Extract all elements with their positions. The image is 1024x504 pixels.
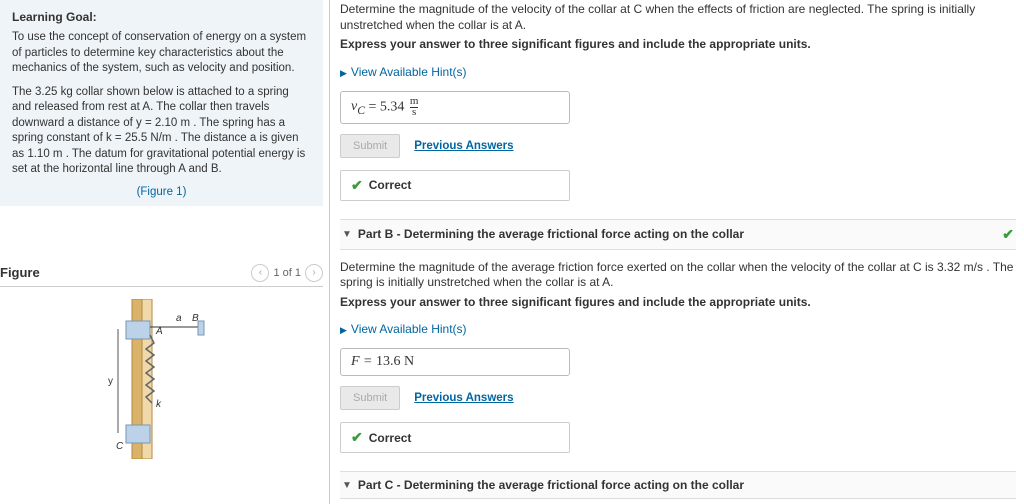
eq-sign: = [369,99,380,114]
learning-goal-p1: To use the concept of conservation of en… [12,30,311,77]
part-a-hint-link[interactable]: View Available Hint(s) [340,65,467,79]
app-root: Learning Goal: To use the concept of con… [0,0,1024,504]
part-c-header[interactable]: ▼ Part C - Determining the average frict… [340,471,1016,499]
pager-prev-icon[interactable]: ‹ [251,264,269,282]
figure-image: y A B a k C [0,287,323,459]
part-a-answer-box: vC = 5.34 ms [340,91,570,124]
part-a-value: 5.34 [380,99,405,114]
learning-goal-heading: Learning Goal: [12,10,311,24]
caret-down-icon: ▼ [342,229,352,240]
part-b-hint-link[interactable]: View Available Hint(s) [340,322,467,336]
svg-text:k: k [156,399,162,410]
part-a-question: Determine the magnitude of the velocity … [340,2,1016,33]
learning-goal-panel: Learning Goal: To use the concept of con… [0,0,323,206]
figure-label: Figure [0,265,40,280]
part-b-submit-button[interactable]: Submit [340,386,400,410]
part-b-title: Part B - Determining the average frictio… [358,227,744,241]
part-b-question: Determine the magnitude of the average f… [340,260,1016,291]
part-b-prev-answers-link[interactable]: Previous Answers [414,392,513,404]
learning-goal-p2: The 3.25 kg collar shown below is attach… [12,85,311,178]
part-a-unit: ms [410,97,419,118]
part-b-instr: Express your answer to three significant… [340,295,1016,311]
part-a-correct-text: Correct [369,178,412,192]
part-c-title: Part C - Determining the average frictio… [358,478,744,492]
part-a-submit-button[interactable]: Submit [340,134,400,158]
part-b-answer-box: F = 13.6 N [340,348,570,376]
part-a-button-row: Submit Previous Answers [340,134,1016,158]
part-b-button-row: Submit Previous Answers [340,386,1016,410]
part-a-var: vC [351,99,365,114]
left-column: Learning Goal: To use the concept of con… [0,0,330,504]
part-a-prev-answers-link[interactable]: Previous Answers [414,140,513,152]
check-icon: ✔ [1002,226,1014,243]
svg-text:C: C [116,441,124,452]
part-a-instr: Express your answer to three significant… [340,37,1016,53]
part-a-correct-box: ✔ Correct [340,170,570,201]
figure-pager: ‹ 1 of 1 › [251,264,323,282]
figure-bar: Figure ‹ 1 of 1 › [0,256,323,287]
svg-text:y: y [108,376,113,387]
caret-down-icon: ▼ [342,480,352,491]
part-b-header[interactable]: ▼ Part B - Determining the average frict… [340,219,1016,250]
part-b-correct-box: ✔ Correct [340,422,570,453]
right-column: Determine the magnitude of the velocity … [330,0,1024,504]
diagram-svg: y A B a k C [92,299,232,459]
svg-text:a: a [176,313,182,324]
part-b-var: F = [351,354,373,369]
pager-next-icon[interactable]: › [305,264,323,282]
check-icon: ✔ [351,177,363,194]
check-icon: ✔ [351,429,363,446]
svg-text:B: B [192,313,199,324]
svg-text:A: A [155,326,163,337]
figure-link[interactable]: (Figure 1) [12,186,311,198]
pager-text: 1 of 1 [273,267,301,279]
part-b-value: 13.6 N [376,354,414,369]
part-b-correct-text: Correct [369,431,412,445]
